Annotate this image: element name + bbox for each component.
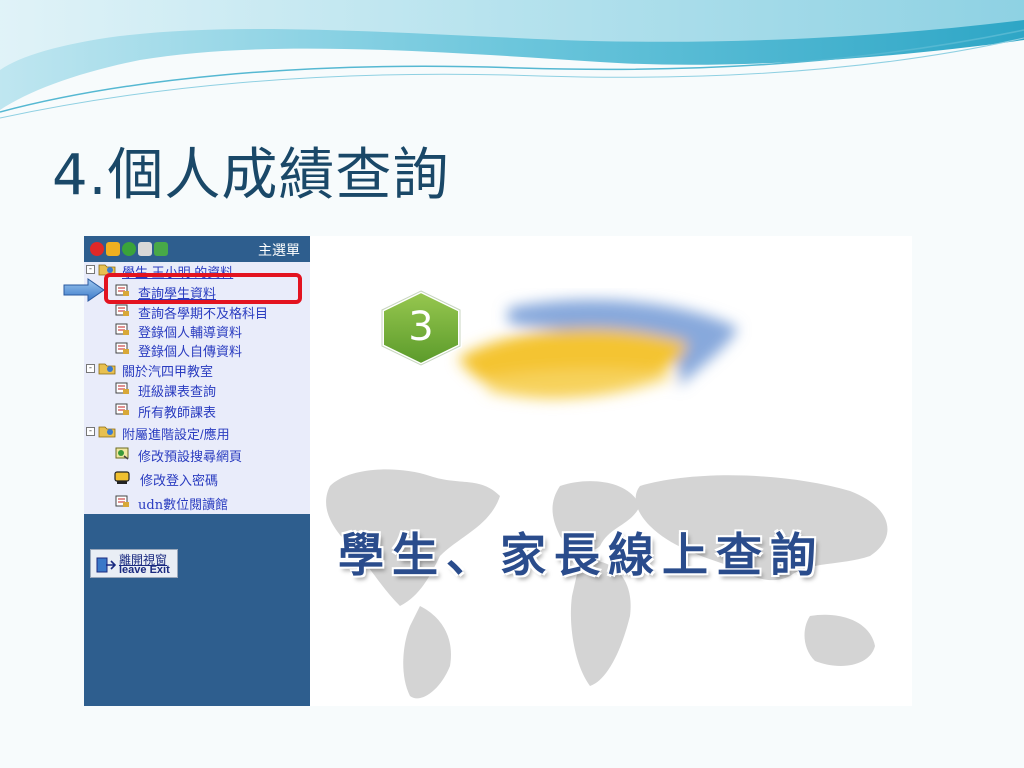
tree-group-advanced[interactable]: - 附屬進階設定/應用 [84,422,310,442]
document-icon [115,495,129,507]
home-icon[interactable] [106,242,120,256]
mail-icon[interactable] [138,242,152,256]
blurred-logo-image [458,299,738,399]
step-number: 3 [408,304,434,350]
globe-icon[interactable] [122,242,136,256]
tree-item-label: 班級課表查詢 [138,384,217,399]
tree-item-autobiography[interactable]: 登錄個人自傳資料 [84,339,310,359]
tree-item-failed-subjects[interactable]: 查詢各學期不及格科目 [84,301,310,321]
leave-exit-button[interactable]: 離開視窗 leave Exit [90,549,178,578]
nav-toolbar: 主選單 [84,236,310,262]
document-icon [115,304,129,316]
settings-icon [115,447,129,460]
folder-icon [98,426,116,438]
exit-label-en: leave Exit [119,564,170,576]
tree-item-udn-library[interactable]: udn數位閱讀館 [84,492,310,513]
header-wave-decoration [0,0,1024,119]
pointer-arrow-icon [63,278,105,302]
tree-item-label: 登錄個人自傳資料 [138,344,243,359]
document-icon [115,342,129,354]
refresh-icon[interactable] [154,242,168,256]
collapse-toggle[interactable]: - [86,265,95,274]
exit-door-icon [96,557,116,573]
tree-item-search-page[interactable]: 修改預設搜尋網頁 [84,444,310,464]
collapse-toggle[interactable]: - [86,427,95,436]
left-navigation: 主選單 - 學生 王小明 的資料 查詢學生資料 查詢各學期不及格科目 登錄個人輔… [63,236,310,706]
tree-item-label: udn數位閱讀館 [138,498,229,513]
highlight-annotation-box [104,273,302,304]
portal-banner-panel: 3 學生、家長線上查詢 [310,236,912,706]
system-screenshot: 主選單 - 學生 王小明 的資料 查詢學生資料 查詢各學期不及格科目 登錄個人輔… [63,236,912,706]
main-menu-title: 主選單 [258,242,300,258]
portal-title: 學生、家長線上查詢 [338,528,824,582]
tree-item-label: 所有教師課表 [138,405,217,420]
tree-group-classroom[interactable]: - 關於汽四甲教室 [84,359,310,379]
tree-item-counseling-data[interactable]: 登錄個人輔導資料 [84,320,310,340]
tree-item-class-schedule[interactable]: 班級課表查詢 [84,379,310,399]
tree-item-label: 修改登入密碼 [140,473,219,488]
document-icon [115,403,129,415]
document-icon [115,382,129,394]
close-icon[interactable] [90,242,104,256]
tree-group-label: 附屬進階設定/應用 [122,427,230,442]
collapse-toggle[interactable]: - [86,364,95,373]
tree-item-label: 修改預設搜尋網頁 [138,449,243,464]
tree-item-teacher-schedules[interactable]: 所有教師課表 [84,400,310,420]
folder-icon [98,363,116,375]
world-map-background [326,469,888,699]
tree-item-change-password[interactable]: 修改登入密碼 [84,468,310,488]
document-icon [115,323,129,335]
slide-title: 4.個人成績查詢 [52,143,450,208]
tree-group-label: 關於汽四甲教室 [122,364,214,379]
key-icon [114,471,130,484]
